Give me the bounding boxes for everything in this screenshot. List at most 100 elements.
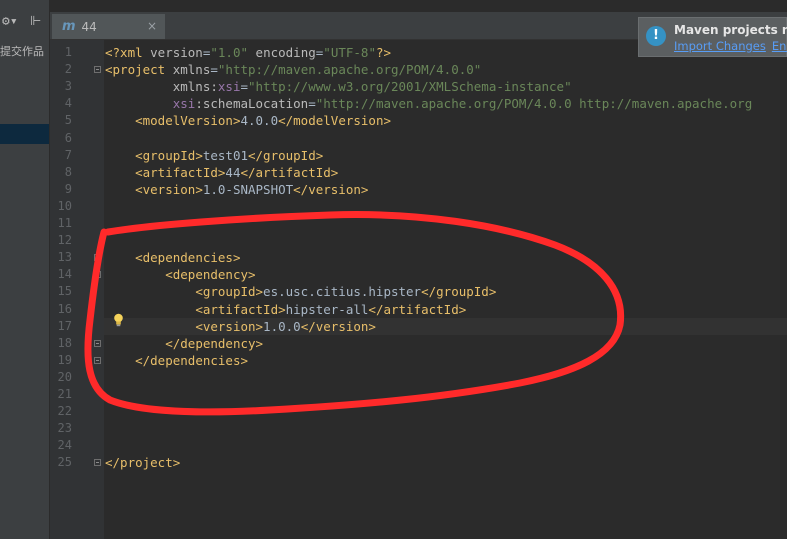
close-icon[interactable]: × bbox=[147, 19, 157, 33]
fold-marker-icon[interactable] bbox=[94, 271, 101, 278]
pin-icon[interactable]: ⊩ bbox=[30, 14, 41, 29]
line-number: 24 bbox=[57, 438, 72, 452]
code-line[interactable]: </project> bbox=[105, 454, 180, 471]
code-token: :schemaLocation bbox=[195, 96, 309, 111]
line-number: 3 bbox=[64, 79, 72, 93]
code-line[interactable]: </dependencies> bbox=[105, 352, 248, 369]
code-token: <artifactId> bbox=[195, 302, 286, 317]
code-line[interactable]: <groupId>test01</groupId> bbox=[105, 147, 323, 164]
line-number: 2 bbox=[64, 62, 72, 76]
line-number: 7 bbox=[64, 148, 72, 162]
lightbulb-icon[interactable] bbox=[113, 313, 124, 327]
code-token: "http://www.w3.org/2001/XMLSchema-instan… bbox=[248, 79, 572, 94]
line-number: 4 bbox=[64, 96, 72, 110]
line-number: 16 bbox=[57, 302, 72, 316]
code-token: xsi bbox=[172, 96, 196, 111]
line-number: 6 bbox=[64, 131, 72, 145]
code-line[interactable]: xsi:schemaLocation="http://maven.apache.… bbox=[105, 95, 753, 112]
code-token: </version> bbox=[300, 319, 376, 334]
code-token: = bbox=[308, 96, 316, 111]
line-number: 19 bbox=[57, 353, 72, 367]
code-token: 4.0.0 bbox=[240, 113, 279, 128]
tab-pom-44[interactable]: m 44 × bbox=[52, 14, 165, 39]
import-changes-link[interactable]: Import Changes bbox=[674, 39, 766, 53]
code-token: </artifactId> bbox=[368, 302, 467, 317]
code-token: <groupId> bbox=[195, 284, 264, 299]
enable-auto-import-link[interactable]: Ena bbox=[772, 39, 787, 53]
line-number: 21 bbox=[57, 387, 72, 401]
code-line[interactable]: <?xml version="1.0" encoding="UTF-8"?> bbox=[105, 44, 391, 61]
code-token: <project bbox=[105, 62, 173, 77]
info-icon: ! bbox=[646, 26, 666, 46]
line-number: 1 bbox=[64, 45, 72, 59]
code-token: = bbox=[210, 62, 218, 77]
fold-marker-icon[interactable] bbox=[94, 340, 101, 347]
notification-title: Maven projects ne bbox=[674, 23, 787, 37]
code-token: </groupId> bbox=[248, 148, 324, 163]
code-token: "UTF-8" bbox=[323, 45, 376, 60]
code-line[interactable]: <groupId>es.usc.citius.hipster</groupId> bbox=[105, 283, 496, 300]
line-number: 14 bbox=[57, 267, 72, 281]
fold-marker-icon[interactable] bbox=[94, 254, 101, 261]
code-line[interactable]: <project xmlns="http://maven.apache.org/… bbox=[105, 61, 481, 78]
code-line[interactable]: <artifactId>hipster-all</artifactId> bbox=[105, 301, 466, 318]
line-number: 5 bbox=[64, 113, 72, 127]
line-number: 20 bbox=[57, 370, 72, 384]
line-number: 8 bbox=[64, 165, 72, 179]
code-token: "1.0" bbox=[210, 45, 249, 60]
line-number: 11 bbox=[57, 216, 72, 230]
code-token: 44 bbox=[225, 165, 241, 180]
project-tool-window: ⚙▾ ⊩ 提交作品 bbox=[0, 0, 50, 539]
line-number: 13 bbox=[57, 250, 72, 264]
code-token: <version> bbox=[195, 319, 264, 334]
code-token: = bbox=[240, 79, 248, 94]
line-number: 10 bbox=[57, 199, 72, 213]
tab-label: 44 bbox=[81, 19, 97, 34]
code-token: hipster-all bbox=[285, 302, 369, 317]
code-token: encoding bbox=[255, 45, 316, 60]
line-number: 22 bbox=[57, 404, 72, 418]
code-line[interactable]: <dependency> bbox=[105, 266, 255, 283]
code-token: 1.0-SNAPSHOT bbox=[202, 182, 294, 197]
maven-file-icon: m bbox=[62, 19, 76, 34]
line-number: 25 bbox=[57, 455, 72, 469]
code-token: es.usc.citius.hipster bbox=[263, 284, 422, 299]
code-token: ?> bbox=[375, 45, 392, 60]
code-line[interactable]: <dependencies> bbox=[105, 249, 240, 266]
code-line[interactable]: </dependency> bbox=[105, 335, 263, 352]
code-line[interactable]: <modelVersion>4.0.0</modelVersion> bbox=[105, 112, 391, 129]
code-token: <artifactId> bbox=[135, 165, 226, 180]
fold-marker-icon[interactable] bbox=[94, 66, 101, 73]
notification-links: Import Changes Ena bbox=[674, 39, 787, 53]
code-token: </dependency> bbox=[165, 336, 264, 351]
fold-marker-icon[interactable] bbox=[94, 459, 101, 466]
code-token: </artifactId> bbox=[240, 165, 339, 180]
project-tree-selected-item[interactable] bbox=[0, 124, 49, 144]
project-tree-item[interactable]: 提交作品 bbox=[0, 43, 49, 59]
fold-marker-icon[interactable] bbox=[94, 357, 101, 364]
maven-notification-balloon: ! Maven projects ne Import Changes Ena bbox=[638, 17, 787, 57]
code-line[interactable]: <version>1.0-SNAPSHOT</version> bbox=[105, 181, 368, 198]
code-line[interactable]: <artifactId>44</artifactId> bbox=[105, 164, 338, 181]
line-number: 23 bbox=[57, 421, 72, 435]
code-token: xsi bbox=[217, 79, 241, 94]
line-number: 17 bbox=[57, 319, 72, 333]
code-token: </dependencies> bbox=[135, 353, 248, 368]
code-line[interactable]: xmlns:xsi="http://www.w3.org/2001/XMLSch… bbox=[105, 78, 572, 95]
project-toolbar: ⚙▾ ⊩ bbox=[0, 12, 49, 38]
code-token: <groupId> bbox=[135, 148, 203, 163]
code-token: </version> bbox=[293, 182, 369, 197]
gear-icon[interactable]: ⚙▾ bbox=[2, 14, 18, 29]
code-token: "http://maven.apache.org/POM/4.0.0" bbox=[217, 62, 482, 77]
code-token: test01 bbox=[202, 148, 248, 163]
code-token: </groupId> bbox=[421, 284, 497, 299]
code-line[interactable]: <version>1.0.0</version> bbox=[105, 318, 376, 335]
